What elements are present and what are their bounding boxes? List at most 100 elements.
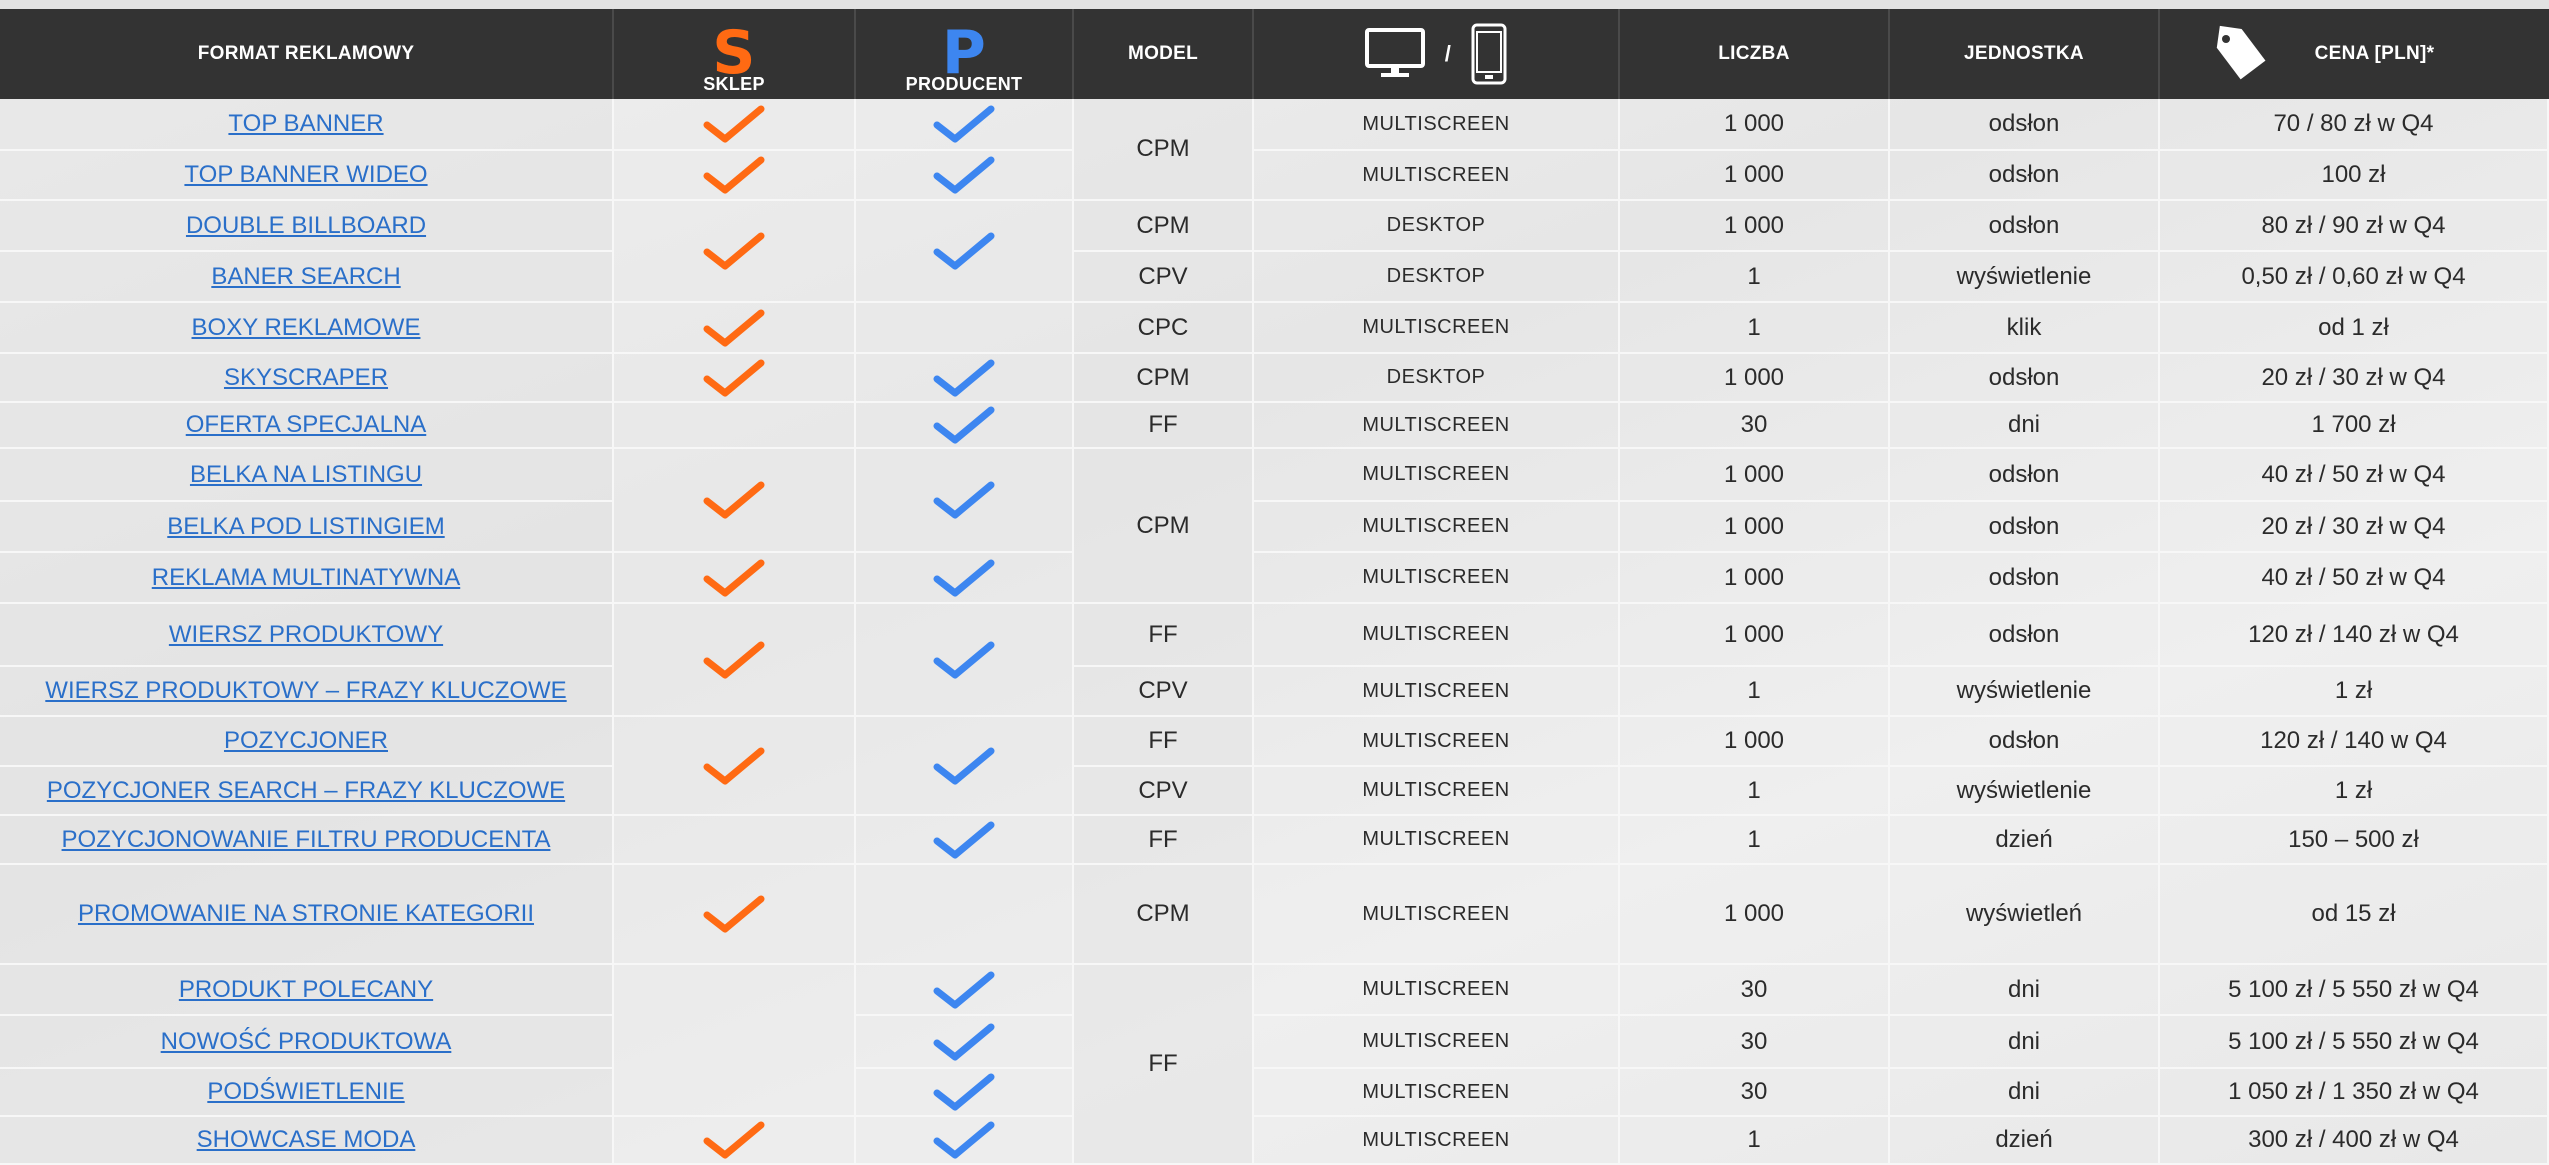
table-row-liczba: 1 000 (1620, 99, 1890, 151)
jednostka-value: dni (2007, 1027, 2041, 1055)
cena-value: 70 / 80 zł w Q4 (2273, 110, 2434, 137)
table-row-device: MULTISCREEN (1254, 151, 1620, 201)
ad-format-link[interactable]: WIERSZ PRODUKTOWY (169, 621, 443, 649)
table-row-format: TOP BANNER (0, 99, 614, 151)
cena-value: 1 700 zł (2311, 411, 2396, 438)
table-row-jednostka: dni (1890, 965, 2160, 1016)
table-row-jednostka: odsłon (1890, 151, 2160, 201)
table-row-jednostka: wyświetlenie (1890, 252, 2160, 303)
ad-format-link[interactable]: BELKA NA LISTINGU (190, 461, 422, 489)
producent-cell (856, 553, 1074, 604)
model-value: CPC (1137, 313, 1189, 341)
device-separator: / (1444, 41, 1452, 66)
table-row-jednostka: dni (1890, 1016, 2160, 1069)
table-row-cena: 150 – 500 zł (2160, 816, 2549, 865)
device-value: MULTISCREEN (1362, 413, 1510, 436)
ad-format-link[interactable]: POZYCJONER (224, 727, 388, 755)
model-cell: CPM (1074, 99, 1254, 201)
producent-cell (856, 816, 1074, 865)
ad-format-link[interactable]: BOXY REKLAMOWE (192, 314, 421, 342)
table-row-cena: 1 050 zł / 1 350 zł w Q4 (2160, 1069, 2549, 1117)
device-value: MULTISCREEN (1362, 978, 1510, 1000)
table-row-format: OFERTA SPECJALNA (0, 403, 614, 449)
ad-format-link[interactable]: SHOWCASE MODA (197, 1126, 416, 1154)
header-format: FORMAT REKLAMOWY (0, 9, 614, 99)
checkmark-icon (933, 821, 995, 858)
table-row-liczba: 30 (1620, 1016, 1890, 1069)
device-value: MULTISCREEN (1362, 1128, 1510, 1151)
table-row-jednostka: odsłon (1890, 717, 2160, 767)
table-row-cena: od 15 zł (2160, 865, 2549, 965)
device-value: MULTISCREEN (1362, 902, 1510, 925)
cena-value: 40 zł / 50 zł w Q4 (2261, 460, 2446, 488)
model-cell: CPV (1074, 252, 1254, 303)
model-cell: CPC (1074, 303, 1254, 354)
ad-format-link[interactable]: WIERSZ PRODUKTOWY – FRAZY KLUCZOWE (45, 677, 566, 705)
producent-cell (856, 865, 1074, 965)
device-value: MULTISCREEN (1362, 1080, 1510, 1103)
table-row-jednostka: odsłon (1890, 553, 2160, 604)
ad-format-link[interactable]: BELKA POD LISTINGIEM (167, 513, 444, 541)
table-row-format: BELKA NA LISTINGU (0, 449, 614, 502)
jednostka-value: odsłon (1988, 460, 2060, 488)
sklep-cell (614, 303, 856, 354)
sklep-cell (614, 449, 856, 553)
liczba-value: 1 (1747, 677, 1761, 704)
table-row-format: WIERSZ PRODUKTOWY – FRAZY KLUCZOWE (0, 667, 614, 717)
liczba-value: 30 (1740, 411, 1768, 438)
cena-value: 0,50 zł / 0,60 zł w Q4 (2241, 262, 2466, 290)
ad-format-link[interactable]: BANER SEARCH (211, 263, 400, 291)
producent-cell (856, 403, 1074, 449)
table-row-format: DOUBLE BILLBOARD (0, 201, 614, 252)
ad-format-link[interactable]: OFERTA SPECJALNA (186, 411, 427, 439)
ad-format-link[interactable]: POZYCJONER SEARCH – FRAZY KLUCZOWE (47, 777, 565, 805)
ad-format-link[interactable]: DOUBLE BILLBOARD (186, 212, 426, 240)
cena-value: 120 zł / 140 zł w Q4 (2248, 620, 2459, 648)
checkmark-icon (933, 156, 995, 194)
checkmark-icon (933, 971, 995, 1008)
sklep-cell (614, 354, 856, 403)
table-row-format: BANER SEARCH (0, 252, 614, 303)
jednostka-value: odsłon (1988, 727, 2060, 754)
cena-value: 80 zł / 90 zł w Q4 (2261, 211, 2446, 239)
model-cell: FF (1074, 816, 1254, 865)
sklep-cell (614, 604, 856, 717)
table-row-cena: od 1 zł (2160, 303, 2549, 354)
ad-format-link[interactable]: TOP BANNER WIDEO (184, 161, 427, 189)
table-row-jednostka: wyświetleń (1890, 865, 2160, 965)
table-row-jednostka: dzień (1890, 1117, 2160, 1165)
ad-format-link[interactable]: PROMOWANIE NA STRONIE KATEGORII (78, 900, 534, 928)
table-row-format: TOP BANNER WIDEO (0, 151, 614, 201)
ad-format-link[interactable]: TOP BANNER (228, 110, 383, 138)
device-value: MULTISCREEN (1362, 163, 1510, 186)
ad-format-link[interactable]: NOWOŚĆ PRODUKTOWA (161, 1028, 452, 1056)
checkmark-icon (933, 1121, 995, 1159)
table-row-cena: 40 zł / 50 zł w Q4 (2160, 449, 2549, 502)
ad-format-link[interactable]: POZYCJONOWANIE FILTRU PRODUCENTA (62, 826, 551, 854)
producent-cell (856, 151, 1074, 201)
sklep-cell (614, 865, 856, 965)
ad-format-link[interactable]: PODŚWIETLENIE (207, 1078, 404, 1106)
sklep-cell (614, 99, 856, 151)
jednostka-value: odsłon (1988, 211, 2060, 239)
liczba-value: 1 000 (1723, 620, 1785, 648)
ad-format-link[interactable]: PRODUKT POLECANY (179, 976, 433, 1004)
liczba-value: 1 000 (1723, 727, 1785, 754)
table-row-liczba: 1 000 (1620, 449, 1890, 502)
sklep-cell (614, 151, 856, 201)
table-row-cena: 5 100 zł / 5 550 zł w Q4 (2160, 1016, 2549, 1069)
table-row-cena: 20 zł / 30 zł w Q4 (2160, 354, 2549, 403)
jednostka-value: odsłon (1988, 620, 2060, 648)
ad-format-link[interactable]: SKYSCRAPER (224, 364, 388, 392)
checkmark-icon (703, 1121, 765, 1159)
liczba-value: 1 000 (1723, 563, 1785, 591)
header-cena: CENA [PLN]* (2160, 9, 2549, 99)
model-cell: FF (1074, 403, 1254, 449)
monitor-icon (1364, 28, 1425, 77)
table-row-device: MULTISCREEN (1254, 604, 1620, 667)
table-row-format: REKLAMA MULTINATYWNA (0, 553, 614, 604)
ad-format-link[interactable]: REKLAMA MULTINATYWNA (152, 564, 460, 592)
checkmark-icon (703, 359, 765, 396)
device-value: DESKTOP (1386, 366, 1486, 388)
cena-value: 20 zł / 30 zł w Q4 (2261, 512, 2446, 540)
